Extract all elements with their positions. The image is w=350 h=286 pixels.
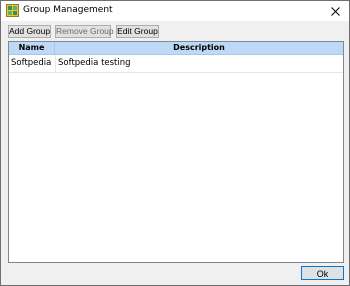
group-management-window: Group Management Add Group Remove Group … — [0, 0, 350, 286]
edit-group-button[interactable]: Edit Group — [116, 25, 159, 38]
title-bar: Group Management — [1, 1, 349, 21]
groups-table[interactable]: Name Description Softpedia Softpedia tes… — [8, 41, 344, 263]
window-title: Group Management — [23, 5, 113, 15]
cell-divider — [55, 55, 56, 72]
close-button[interactable] — [321, 1, 349, 21]
column-header-name[interactable]: Name — [9, 42, 55, 54]
cell-group-description[interactable]: Softpedia testing — [58, 55, 338, 72]
app-icon — [6, 4, 19, 17]
table-header: Name Description — [9, 42, 343, 55]
add-group-button[interactable]: Add Group — [8, 25, 51, 38]
ok-button[interactable]: Ok — [301, 266, 344, 280]
table-row[interactable]: Softpedia Softpedia testing — [9, 55, 343, 73]
column-header-description[interactable]: Description — [55, 42, 343, 54]
remove-group-button[interactable]: Remove Group — [55, 25, 114, 38]
cell-group-name[interactable]: Softpedia — [11, 55, 54, 72]
close-icon — [330, 6, 340, 16]
